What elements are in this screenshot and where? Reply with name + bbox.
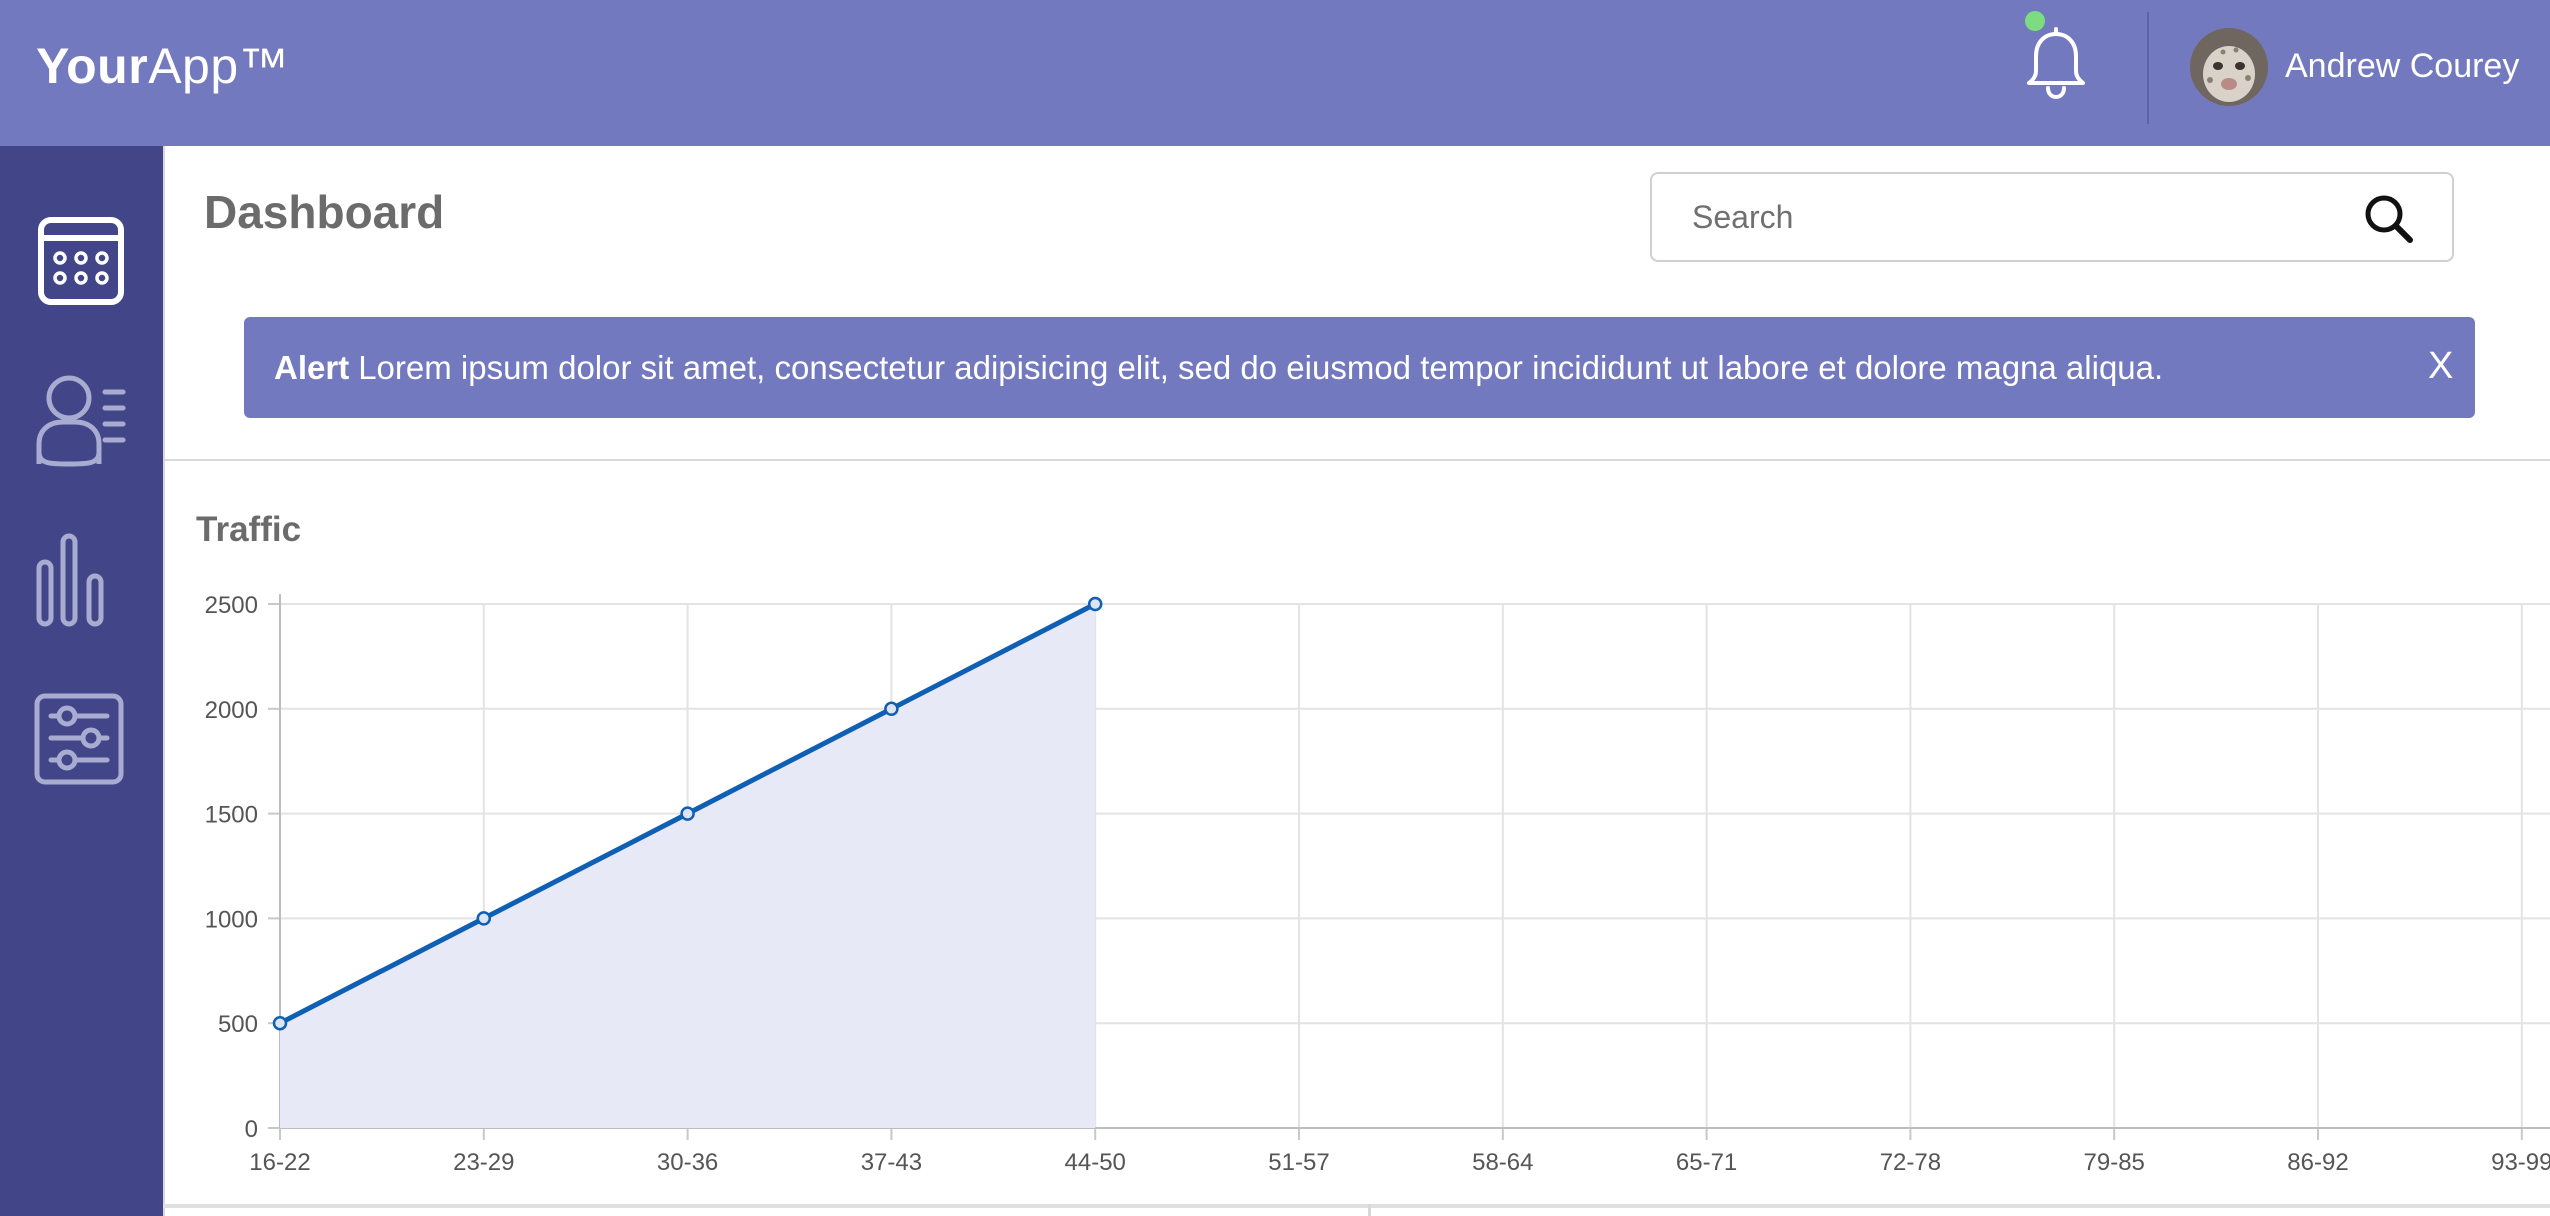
data-point: [272, 1015, 288, 1031]
traffic-chart: 0 500 1000 1500 2000 2500 16-22 23-29 30-36 37-43…: [205, 592, 2550, 1176]
header-divider: [2147, 12, 2149, 124]
calendar-icon[interactable]: [33, 212, 129, 308]
avatar[interactable]: [2190, 28, 2268, 106]
x-tick-label: 93-99: [2491, 1149, 2550, 1176]
x-tick-label: 23-29: [453, 1149, 514, 1176]
x-tick-label: 79-85: [2084, 1149, 2145, 1176]
y-tick-label: 1000: [205, 906, 258, 933]
card-bottom-border: [163, 1204, 2550, 1208]
alert-text: Alert Lorem ipsum dolor sit amet, consect…: [274, 349, 2163, 387]
y-tick-label: 500: [218, 1011, 258, 1038]
sliders-icon[interactable]: [33, 692, 129, 788]
x-tick-label: 44-50: [1065, 1149, 1126, 1176]
sidebar: [0, 146, 163, 1216]
bar-chart-icon[interactable]: [33, 532, 129, 628]
x-tick-label: 65-71: [1676, 1149, 1737, 1176]
search-icon[interactable]: [2362, 192, 2416, 246]
alert-banner: Alert Lorem ipsum dolor sit amet, consect…: [244, 317, 2475, 418]
search-input[interactable]: [1692, 192, 2352, 242]
app-logo[interactable]: YourApp™: [36, 36, 289, 96]
user-name[interactable]: Andrew Courey: [2285, 46, 2519, 86]
x-tick-label: 58-64: [1472, 1149, 1533, 1176]
avatar-image: [2190, 28, 2268, 106]
x-tick-label: 86-92: [2287, 1149, 2348, 1176]
traffic-title: Traffic: [196, 510, 302, 549]
data-point: [1087, 596, 1103, 612]
user-list-icon[interactable]: [33, 372, 129, 468]
search-box[interactable]: [1650, 172, 2454, 262]
logo-rest-text: App™: [148, 38, 290, 94]
data-point: [680, 806, 695, 821]
data-point: [884, 701, 899, 717]
section-divider: [163, 459, 2550, 461]
page-title: Dashboard: [204, 186, 445, 238]
alert-message: Lorem ipsum dolor sit amet, consectetur …: [358, 349, 2164, 386]
card-column-divider: [1368, 1204, 1371, 1216]
x-tick-label: 51-57: [1268, 1149, 1329, 1176]
y-tick-label: 2000: [205, 697, 258, 724]
alert-close-button[interactable]: X: [2428, 345, 2453, 387]
y-tick-label: 1500: [205, 802, 258, 829]
y-tick-label: 0: [245, 1116, 258, 1143]
bell-icon[interactable]: [2018, 26, 2094, 102]
data-point: [476, 911, 492, 926]
y-tick-label: 2500: [205, 592, 258, 619]
x-tick-label: 37-43: [861, 1149, 922, 1176]
x-tick-label: 16-22: [249, 1149, 310, 1176]
logo-bold-text: Your: [36, 38, 149, 94]
alert-title: Alert: [274, 349, 350, 386]
x-tick-label: 30-36: [657, 1149, 718, 1176]
notification-status-dot: [2025, 11, 2045, 31]
x-tick-label: 72-78: [1880, 1149, 1941, 1176]
top-header: YourApp™ Andrew Courey: [0, 0, 2550, 146]
